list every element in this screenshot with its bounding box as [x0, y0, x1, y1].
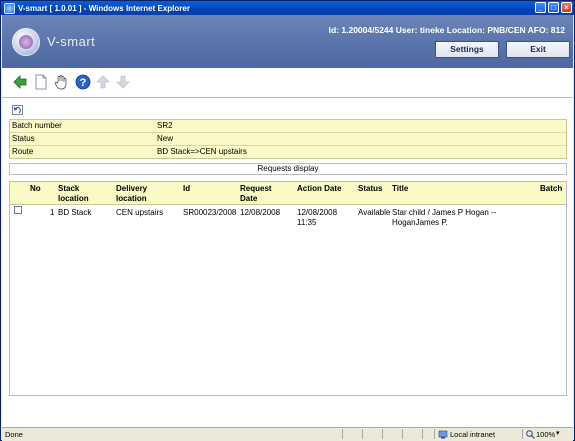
vsmart-logo-icon: [12, 28, 40, 56]
requests-table: No Stack location Delivery location Id R…: [9, 181, 567, 396]
col-no[interactable]: No: [30, 184, 41, 194]
help-icon[interactable]: ?: [75, 74, 91, 90]
status-bar: Done Local intranet 100% ▾: [2, 427, 573, 441]
minimize-button[interactable]: _: [535, 2, 546, 13]
col-title[interactable]: Title: [392, 184, 408, 194]
cell-action-date: 12/08/2008: [297, 208, 338, 217]
info-row-route: Route BD Stack=>CEN upstairs: [10, 146, 566, 158]
cell-id: SR00023/2008: [183, 208, 237, 217]
info-label: Batch number: [12, 121, 62, 130]
batch-info-panel: Batch number SR2 Status New Route BD Sta…: [9, 119, 567, 159]
title-bar: V-smart [ 1.0.01 ] - Windows Internet Ex…: [1, 1, 574, 15]
toolbar: ?: [2, 68, 573, 98]
cell-request-date: 12/08/2008: [240, 208, 281, 217]
col-status[interactable]: Status: [358, 184, 382, 194]
hand-select-icon[interactable]: [53, 74, 69, 90]
ie-app-icon: [4, 2, 15, 14]
col-stack-location[interactable]: Stack location: [58, 184, 110, 204]
zoom-level[interactable]: 100%: [536, 430, 555, 439]
cell-delivery-location: CEN upstairs: [116, 208, 164, 217]
cell-no: 1: [50, 208, 55, 217]
browser-window: V-smart [ 1.0.01 ] - Windows Internet Ex…: [0, 0, 575, 441]
window-title: V-smart [ 1.0.01 ] - Windows Internet Ex…: [18, 3, 190, 13]
info-value: BD Stack=>CEN upstairs: [157, 147, 247, 156]
info-label: Status: [12, 134, 35, 143]
brand-name: V-smart: [47, 34, 96, 49]
table-header: No Stack location Delivery location Id R…: [10, 182, 566, 205]
info-row-status: Status New: [10, 133, 566, 146]
info-value: New: [157, 134, 174, 143]
cell-title: Star child / James P Hogan --: [392, 208, 497, 217]
back-arrow-icon[interactable]: [12, 74, 28, 90]
settings-button[interactable]: Settings: [435, 41, 499, 58]
chevron-down-icon[interactable]: ▾: [556, 429, 560, 437]
requests-display-heading: Requests display: [9, 163, 567, 175]
user-info: Id: 1.20004/5244 User: tineke Location: …: [328, 25, 565, 35]
cell-title-cont: HoganJames P.: [392, 218, 448, 227]
undo-icon[interactable]: [12, 105, 23, 115]
zone-text: Local intranet: [450, 430, 496, 439]
col-batch[interactable]: Batch: [540, 184, 562, 194]
row-select-checkbox[interactable]: [14, 206, 22, 214]
col-request-date[interactable]: Request Date: [240, 184, 285, 204]
app-header: V-smart Id: 1.20004/5244 User: tineke Lo…: [2, 15, 573, 68]
up-arrow-icon: [96, 75, 110, 89]
page-content: V-smart Id: 1.20004/5244 User: tineke Lo…: [2, 15, 573, 427]
local-intranet-icon: [438, 430, 448, 439]
exit-button[interactable]: Exit: [506, 41, 570, 58]
down-arrow-icon: [116, 75, 130, 89]
col-action-date[interactable]: Action Date: [297, 184, 341, 194]
cell-status: Available: [358, 208, 391, 217]
new-document-icon[interactable]: [33, 74, 49, 90]
cell-action-time: 11:35: [297, 218, 317, 227]
maximize-button[interactable]: □: [548, 2, 559, 13]
info-label: Route: [12, 147, 34, 156]
status-text: Done: [5, 430, 23, 439]
svg-text:?: ?: [80, 77, 87, 89]
col-id[interactable]: Id: [183, 184, 190, 194]
cell-stack-location: BD Stack: [58, 208, 92, 217]
info-value: SR2: [157, 121, 173, 130]
col-delivery-location[interactable]: Delivery location: [116, 184, 171, 204]
zoom-icon[interactable]: [526, 430, 535, 439]
info-row-batch-number: Batch number SR2: [10, 120, 566, 133]
close-window-button[interactable]: ×: [561, 2, 572, 13]
